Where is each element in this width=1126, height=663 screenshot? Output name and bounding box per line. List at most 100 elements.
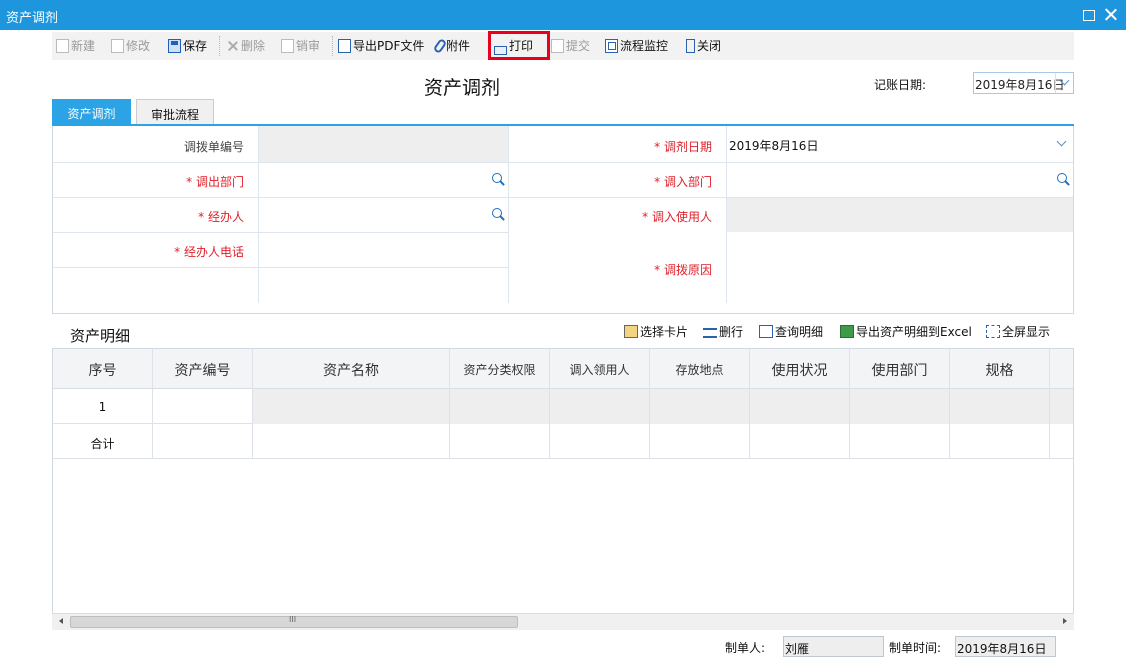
- asset-details-title: 资产明细: [70, 327, 131, 345]
- page-title: 资产调剂: [424, 77, 501, 99]
- column-header[interactable]: 序号: [53, 349, 153, 389]
- cancel-review-button[interactable]: 销审: [281, 37, 320, 55]
- column-header[interactable]: 资产编号: [153, 349, 253, 389]
- query-icon: [759, 325, 773, 338]
- edit-button[interactable]: 修改: [111, 37, 150, 55]
- grid-cell[interactable]: [1050, 389, 1073, 424]
- handler-label: * 经办人: [198, 210, 244, 224]
- grid-cell[interactable]: [550, 389, 650, 424]
- posting-date-picker[interactable]: 2019年8月16日: [973, 72, 1074, 94]
- transfer-date-value: 2019年8月16日: [729, 139, 819, 153]
- fullscreen-button[interactable]: 全屏显示: [986, 323, 1050, 340]
- reason-label: * 调拨原因: [654, 263, 712, 277]
- grid-cell[interactable]: [750, 389, 850, 424]
- reason-field[interactable]: [727, 233, 1073, 303]
- maker-label: 制单人:: [725, 641, 766, 655]
- scroll-left-icon[interactable]: [59, 618, 63, 624]
- toolbar-divider: [332, 36, 333, 56]
- export-pdf-button[interactable]: 导出PDF文件: [338, 37, 424, 55]
- maximize-icon[interactable]: [1080, 6, 1098, 24]
- close-window-icon[interactable]: [1102, 6, 1120, 24]
- search-icon[interactable]: [492, 173, 506, 187]
- delete-row-button[interactable]: 删行: [703, 323, 743, 340]
- process-monitor-button[interactable]: 流程监控: [605, 37, 668, 55]
- total-row: 合计: [53, 424, 1073, 459]
- grid-cell[interactable]: [450, 389, 550, 424]
- in-user-label: * 调入使用人: [642, 210, 712, 224]
- row-index: 1: [53, 389, 153, 424]
- posting-date-label: 记账日期:: [874, 78, 927, 92]
- maker-field: 刘雁: [783, 636, 884, 657]
- transfer-no-field[interactable]: [259, 126, 508, 162]
- scroll-right-icon[interactable]: [1063, 618, 1067, 624]
- column-header[interactable]: 使用部门: [850, 349, 950, 389]
- in-dept-field[interactable]: [727, 163, 1073, 197]
- handler-field[interactable]: [259, 198, 508, 232]
- column-header[interactable]: 资产分类权限: [450, 349, 550, 389]
- column-header[interactable]: 存放地点: [650, 349, 750, 389]
- fullscreen-icon: [986, 325, 1000, 338]
- toolbar-divider: [219, 36, 220, 56]
- horizontal-scrollbar[interactable]: III: [52, 613, 1074, 630]
- new-doc-icon: [56, 39, 69, 53]
- out-dept-label: * 调出部门: [186, 175, 244, 189]
- column-header[interactable]: 使用状况: [750, 349, 850, 389]
- new-button[interactable]: 新建: [56, 37, 95, 55]
- attachment-button[interactable]: 附件: [432, 37, 470, 55]
- out-dept-field[interactable]: [259, 163, 508, 197]
- make-time-label: 制单时间:: [889, 641, 942, 655]
- grid-cell: [650, 424, 750, 459]
- handler-phone-field[interactable]: [259, 233, 508, 267]
- in-dept-label: * 调入部门: [654, 175, 712, 189]
- cancel-review-icon: [281, 39, 294, 53]
- posting-date-value: 2019年8月16日: [975, 78, 1065, 92]
- search-icon[interactable]: [1057, 173, 1071, 187]
- delete-icon: [226, 39, 239, 53]
- close-button[interactable]: 关闭: [686, 37, 721, 55]
- date-dropdown[interactable]: [1055, 73, 1073, 93]
- grid-cell: [550, 424, 650, 459]
- column-header[interactable]: 调入领用人: [550, 349, 650, 389]
- transfer-form: 调拨单编号 * 调剂日期 2019年8月16日 * 调出部门 * 调入部门 * …: [52, 126, 1074, 314]
- print-highlight-box: [488, 31, 550, 60]
- in-user-field[interactable]: [727, 198, 1073, 232]
- search-icon[interactable]: [492, 208, 506, 222]
- grid-cell: [153, 424, 253, 459]
- handler-phone-label: * 经办人电话: [174, 245, 244, 259]
- select-card-button[interactable]: 选择卡片: [624, 323, 688, 340]
- export-excel-button[interactable]: 导出资产明细到Excel: [840, 323, 972, 340]
- query-detail-button[interactable]: 查询明细: [759, 323, 823, 340]
- grid-cell[interactable]: [253, 389, 450, 424]
- grid-cell: [950, 424, 1050, 459]
- grid-cell[interactable]: [850, 389, 950, 424]
- chevron-down-icon: [1059, 75, 1070, 86]
- column-header[interactable]: 资产名称: [253, 349, 450, 389]
- grid-cell: [750, 424, 850, 459]
- toolbar: 新建 修改 保存 删除 销审 导出PDF文件 附件 打印 提交 流程监控 关闭: [52, 32, 1074, 60]
- exit-icon: [686, 39, 695, 53]
- monitor-icon: [605, 39, 618, 53]
- grid-cell[interactable]: [153, 389, 253, 424]
- window-title: 资产调剂: [6, 11, 59, 26]
- delete-row-icon: [703, 328, 717, 338]
- transfer-date-field[interactable]: 2019年8月16日: [727, 126, 1073, 162]
- tab-asset-transfer[interactable]: 资产调剂: [52, 99, 131, 125]
- save-icon: [168, 39, 181, 53]
- scroll-thumb[interactable]: III: [70, 615, 518, 628]
- grid-cell: [450, 424, 550, 459]
- grid-cell[interactable]: [650, 389, 750, 424]
- chevron-down-icon[interactable]: [1056, 136, 1067, 147]
- grid-cell: [850, 424, 950, 459]
- asset-grid: 序号 资产编号 资产名称 资产分类权限 调入领用人 存放地点 使用状况 使用部门…: [52, 348, 1074, 630]
- window-titlebar: 资产调剂: [0, 0, 1126, 30]
- tab-approval-flow[interactable]: 审批流程: [136, 99, 214, 125]
- submit-icon: [551, 39, 564, 53]
- submit-button[interactable]: 提交: [551, 37, 590, 55]
- grid-cell[interactable]: [950, 389, 1050, 424]
- save-button[interactable]: 保存: [168, 37, 207, 55]
- column-header[interactable]: 规格: [950, 349, 1050, 389]
- transfer-date-label: * 调剂日期: [654, 140, 712, 154]
- make-time-field: 2019年8月16日: [955, 636, 1056, 657]
- transfer-no-label: 调拨单编号: [183, 140, 244, 154]
- delete-button[interactable]: 删除: [226, 37, 265, 55]
